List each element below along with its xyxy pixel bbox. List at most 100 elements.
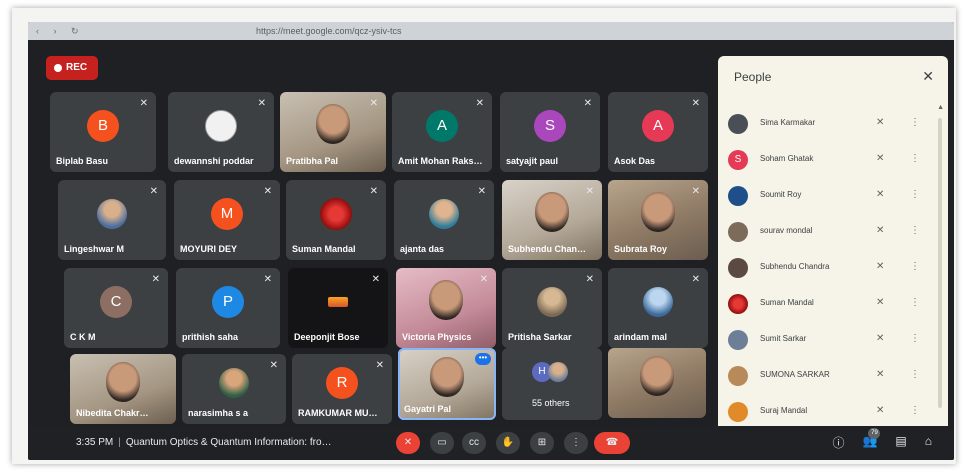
mic-off-icon: ✕ bbox=[263, 186, 272, 197]
more-vert-icon[interactable]: ⋮ bbox=[910, 405, 920, 416]
avatar bbox=[728, 222, 748, 242]
browser-address-bar[interactable]: ‹ › ↻ https://meet.google.com/qcz-ysiv-t… bbox=[28, 22, 954, 40]
people-list-item[interactable]: Sima Karmakar ✕ ⋮ bbox=[718, 106, 932, 142]
participant-tile[interactable]: ✕ A Amit Mohan Raks… bbox=[392, 92, 492, 172]
browser-nav-icons[interactable]: ‹ › ↻ bbox=[36, 22, 85, 40]
person-name: Suman Mandal bbox=[760, 298, 814, 307]
participant-tile[interactable]: ✕ arindam mal bbox=[608, 268, 708, 348]
more-vert-icon[interactable]: ⋮ bbox=[910, 369, 920, 380]
participant-tile[interactable]: ✕ Pratibha Pal bbox=[280, 92, 386, 172]
mic-off-icon: ✕ bbox=[263, 274, 272, 285]
person-name: Sima Karmakar bbox=[760, 118, 816, 127]
participant-tile[interactable]: ✕ Subhendu Chan… bbox=[502, 180, 602, 260]
more-vert-icon[interactable]: ⋮ bbox=[910, 117, 920, 128]
people-list-item[interactable]: Suraj Mandal ✕ ⋮ bbox=[718, 394, 932, 430]
participant-name: C K M bbox=[70, 332, 96, 342]
people-list-item[interactable]: Suman Mandal ✕ ⋮ bbox=[718, 286, 932, 322]
participant-tile[interactable]: Nibedita Chakr… bbox=[70, 354, 176, 424]
mic-toggle-button[interactable]: ✕ bbox=[396, 432, 420, 454]
participant-tile[interactable]: ✕ B Biplab Basu bbox=[50, 92, 156, 172]
meeting-details[interactable]: 3:35 PM | Quantum Optics & Quantum Informa… bbox=[76, 437, 332, 448]
shared-screen-thumbnail bbox=[328, 296, 348, 307]
person-name: Subhendu Chandra bbox=[760, 262, 830, 271]
people-list-item[interactable]: SUMONA SARKAR ✕ ⋮ bbox=[718, 358, 932, 394]
mic-off-icon: ✕ bbox=[876, 189, 885, 200]
participant-name: Lingeshwar M bbox=[64, 244, 125, 254]
participant-tile[interactable]: ✕ dewannshi poddar bbox=[168, 92, 274, 172]
more-vert-icon[interactable]: ⋮ bbox=[910, 261, 920, 272]
mic-off-icon: ✕ bbox=[876, 333, 885, 344]
participant-tile[interactable]: ✕ M MOYURI DEY bbox=[174, 180, 280, 260]
avatar bbox=[728, 114, 748, 134]
url-text[interactable]: https://meet.google.com/qcz-ysiv-tcs bbox=[256, 26, 402, 36]
others-count: 55 others bbox=[532, 398, 570, 408]
more-vert-icon[interactable]: ⋮ bbox=[910, 297, 920, 308]
participant-tile[interactable]: ✕ narasimha s a bbox=[182, 354, 286, 424]
person-name: sourav mondal bbox=[760, 226, 813, 235]
scroll-up-icon[interactable]: ▲ bbox=[937, 104, 944, 111]
participant-tile[interactable]: ✕ ajanta das bbox=[394, 180, 494, 260]
more-vert-icon[interactable]: ⋮ bbox=[910, 333, 920, 344]
more-vert-icon[interactable]: ⋮ bbox=[910, 225, 920, 236]
video-feed bbox=[641, 192, 675, 232]
mic-off-icon: ✕ bbox=[151, 274, 160, 285]
participant-name: dewannshi poddar bbox=[174, 156, 254, 166]
participant-tile[interactable]: ✕ R RAMKUMAR MU… bbox=[292, 354, 392, 424]
info-icon[interactable]: ⓘ bbox=[832, 434, 844, 451]
participant-name: Subhendu Chan… bbox=[508, 244, 586, 254]
profile-photo bbox=[537, 286, 567, 317]
people-list-item[interactable]: Subhendu Chandra ✕ ⋮ bbox=[718, 250, 932, 286]
participant-name: Suman Mandal bbox=[292, 244, 356, 254]
participant-tile[interactable]: ✕ Deeponjit Bose bbox=[288, 268, 388, 348]
leave-call-button[interactable]: ☎ bbox=[594, 432, 630, 454]
meeting-title: Quantum Optics & Quantum Information: fr… bbox=[125, 437, 332, 448]
mic-off-icon: ✕ bbox=[475, 98, 484, 109]
recording-indicator: REC bbox=[46, 56, 98, 80]
people-icon[interactable]: 👥 79 bbox=[862, 428, 881, 451]
participant-tile[interactable]: ••• Gayatri Pal bbox=[398, 348, 496, 420]
people-list-item[interactable]: Soumit Roy ✕ ⋮ bbox=[718, 178, 932, 214]
more-vert-icon[interactable]: ⋮ bbox=[910, 189, 920, 200]
bottom-control-bar: 3:35 PM | Quantum Optics & Quantum Informa… bbox=[28, 426, 954, 460]
participant-tile[interactable]: ✕ Suman Mandal bbox=[286, 180, 386, 260]
mic-off-icon: ✕ bbox=[139, 98, 148, 109]
mic-off-icon: ✕ bbox=[691, 274, 700, 285]
avatar: B bbox=[87, 109, 119, 142]
raise-hand-button[interactable]: ✋ bbox=[496, 432, 520, 454]
activities-icon[interactable]: ⌂ bbox=[925, 434, 932, 451]
others-avatars: H bbox=[532, 362, 568, 383]
camera-toggle-button[interactable]: ▭ bbox=[430, 432, 454, 454]
scrollbar[interactable] bbox=[938, 118, 942, 408]
more-options-icon[interactable]: ••• bbox=[475, 353, 491, 365]
avatar: M bbox=[211, 197, 243, 230]
participant-tile[interactable]: ✕ A Asok Das bbox=[608, 92, 708, 172]
person-name: Soham Ghatak bbox=[760, 154, 814, 163]
mic-off-icon: ✕ bbox=[876, 405, 885, 416]
avatar: S bbox=[534, 109, 566, 142]
more-options-button[interactable]: ⋮ bbox=[564, 432, 588, 454]
separator: | bbox=[118, 437, 121, 448]
chat-icon[interactable]: ▤ bbox=[895, 434, 906, 451]
participant-tile[interactable]: ✕ Victoria Physics bbox=[396, 268, 496, 348]
participant-tile[interactable]: ✕ Lingeshwar M bbox=[58, 180, 166, 260]
avatar bbox=[320, 197, 352, 230]
mic-off-icon: ✕ bbox=[876, 153, 885, 164]
participant-tile[interactable]: ✕ S satyajit paul bbox=[500, 92, 600, 172]
others-tile[interactable]: H 55 others bbox=[502, 348, 602, 420]
participant-tile[interactable]: ✕ Pritisha Sarkar bbox=[502, 268, 602, 348]
present-screen-button[interactable]: ⊞ bbox=[530, 432, 554, 454]
participant-name: Deeponjit Bose bbox=[294, 332, 360, 342]
close-icon[interactable]: ✕ bbox=[922, 68, 934, 85]
participant-tile[interactable]: ✕ P prithish saha bbox=[176, 268, 280, 348]
avatar bbox=[728, 258, 748, 278]
participant-tile[interactable] bbox=[608, 348, 706, 418]
more-vert-icon[interactable]: ⋮ bbox=[910, 153, 920, 164]
people-list-item[interactable]: sourav mondal ✕ ⋮ bbox=[718, 214, 932, 250]
mic-off-icon: ✕ bbox=[876, 369, 885, 380]
mic-off-icon: ✕ bbox=[369, 186, 378, 197]
captions-button[interactable]: cc bbox=[462, 432, 486, 454]
participant-tile[interactable]: ✕ C C K M bbox=[64, 268, 168, 348]
people-list-item[interactable]: S Soham Ghatak ✕ ⋮ bbox=[718, 142, 932, 178]
people-list-item[interactable]: Sumit Sarkar ✕ ⋮ bbox=[718, 322, 932, 358]
participant-tile[interactable]: ✕ Subrata Roy bbox=[608, 180, 708, 260]
